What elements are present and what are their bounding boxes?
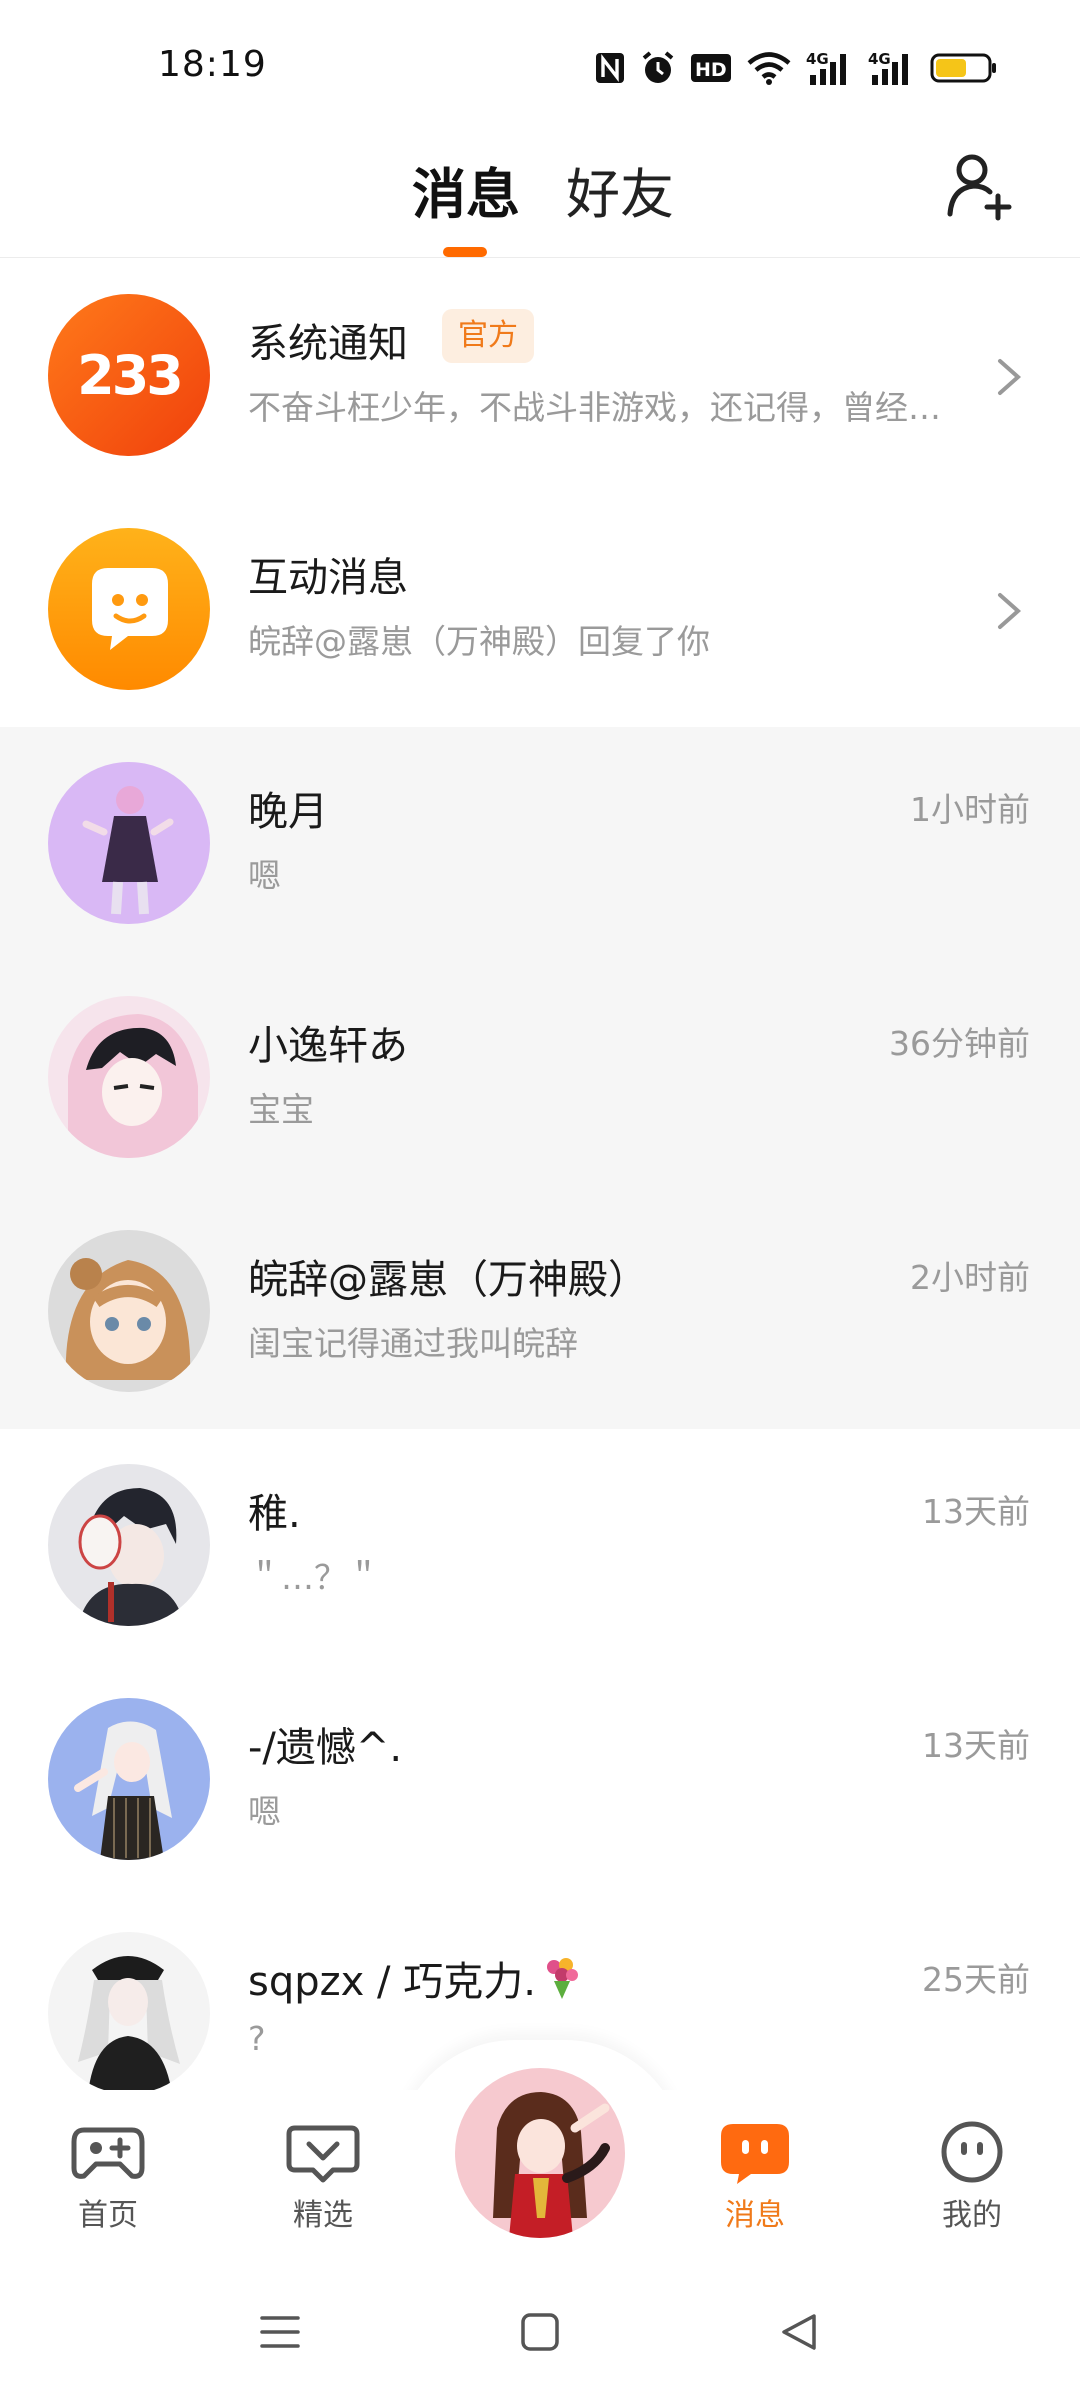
system-notice-avatar: 233 <box>48 294 210 456</box>
signal-4g-icon: 4G <box>868 50 908 85</box>
conversation-name: sqpzx / 巧克力. <box>248 1949 582 2007</box>
conversation-name: 稚. <box>248 1491 301 1537</box>
tab-indicator <box>443 247 487 257</box>
avatar <box>48 762 210 924</box>
status-icons: HD 4G 4G <box>594 48 998 88</box>
conversation-name: -/遗憾^. <box>248 1725 403 1771</box>
nav-label: 首页 <box>78 2198 138 2233</box>
svg-text:4G: 4G <box>868 50 891 68</box>
list-item-conversation[interactable]: 晚月 1小时前 嗯 <box>0 727 1080 961</box>
bouquet-icon <box>546 1958 578 1999</box>
conversation-time: 1小时前 <box>910 790 1030 829</box>
conversation-preview: 嗯 <box>248 856 281 895</box>
nav-featured[interactable]: 精选 <box>263 2120 383 2234</box>
conversation-name: 晚月 <box>248 789 328 835</box>
message-bubble-icon <box>721 2124 789 2184</box>
center-avatar-button[interactable] <box>455 2068 625 2238</box>
svg-text:4G: 4G <box>806 50 829 68</box>
conversation-time: 36分钟前 <box>889 1024 1030 1063</box>
conversation-preview: ＂…？＂ <box>248 1558 380 1597</box>
screen: 18:19 HD 4G 4G 消息 好友 233 系统通知 官方 不奋斗枉少年，… <box>0 0 1080 2400</box>
tab-messages[interactable]: 消息 <box>412 150 520 229</box>
avatar <box>48 1230 210 1392</box>
conversation-preview: 不奋斗枉少年，不战斗非游戏，还记得，曾经的你吗？ <box>248 388 960 427</box>
battery-icon <box>930 53 996 83</box>
smiley-icon <box>941 2121 1003 2183</box>
alarm-icon <box>642 51 674 83</box>
official-badge: 官方 <box>442 309 534 363</box>
conversation-preview: 嗯 <box>248 1792 281 1831</box>
tab-friends[interactable]: 好友 <box>566 150 674 229</box>
conversation-preview: 宝宝 <box>248 1090 314 1129</box>
nav-home[interactable]: 首页 <box>48 2120 168 2234</box>
list-item-conversation[interactable]: 小逸轩あ 36分钟前 宝宝 <box>0 961 1080 1195</box>
conversation-name: 互动消息 <box>248 555 408 601</box>
avatar <box>455 2068 625 2238</box>
interaction-messages-avatar <box>48 528 210 690</box>
svg-text:233: 233 <box>77 344 181 407</box>
list-item-conversation[interactable]: 稚. 13天前 ＂…？＂ <box>0 1429 1080 1663</box>
chevron-right-icon <box>998 359 1022 395</box>
nav-messages[interactable]: 消息 <box>695 2120 815 2234</box>
back-triangle-icon[interactable] <box>776 2310 820 2354</box>
avatar <box>48 1932 210 2094</box>
list-item-conversation[interactable]: -/遗憾^. 13天前 嗯 <box>0 1663 1080 1897</box>
gamepad-icon <box>71 2127 145 2179</box>
avatar <box>48 1464 210 1626</box>
status-time: 18:19 <box>158 44 267 85</box>
avatar <box>48 1698 210 1860</box>
heart-chat-icon <box>286 2125 360 2183</box>
conversation-name: 小逸轩あ <box>248 1023 408 1069</box>
home-square-icon[interactable] <box>518 2310 562 2354</box>
hd-icon: HD <box>691 54 731 82</box>
system-nav-bar <box>0 2265 1080 2400</box>
list-item-system-notice[interactable]: 233 系统通知 官方 不奋斗枉少年，不战斗非游戏，还记得，曾经的你吗？ <box>0 259 1080 493</box>
chevron-right-icon <box>998 593 1022 629</box>
signal-4g-icon: 4G <box>806 50 846 85</box>
menu-icon[interactable] <box>258 2310 302 2354</box>
conversation-preview: 闺宝记得通过我叫皖辞 <box>248 1324 578 1363</box>
list-item-conversation[interactable]: 皖辞@露崽（万神殿） 2小时前 闺宝记得通过我叫皖辞 <box>0 1195 1080 1429</box>
conversation-time: 25天前 <box>922 1960 1030 1999</box>
header: 消息 好友 <box>0 130 1080 258</box>
nfc-icon <box>596 53 624 83</box>
nav-label: 精选 <box>293 2198 353 2233</box>
conversation-time: 2小时前 <box>910 1258 1030 1297</box>
nav-mine[interactable]: 我的 <box>912 2120 1032 2234</box>
avatar <box>48 996 210 1158</box>
conversation-time: 13天前 <box>922 1492 1030 1531</box>
add-friend-icon[interactable] <box>944 150 1016 222</box>
nav-label: 消息 <box>725 2198 785 2233</box>
conversation-list: 233 系统通知 官方 不奋斗枉少年，不战斗非游戏，还记得，曾经的你吗？ <box>0 259 1080 2131</box>
conversation-time: 13天前 <box>922 1726 1030 1765</box>
conversation-name: 系统通知 <box>248 321 408 367</box>
status-bar: 18:19 HD 4G 4G <box>0 0 1080 130</box>
wifi-icon <box>747 52 791 85</box>
svg-text:HD: HD <box>695 59 727 81</box>
nav-label: 我的 <box>942 2198 1002 2233</box>
conversation-name: 皖辞@露崽（万神殿） <box>248 1257 648 1303</box>
conversation-preview: 皖辞@露崽（万神殿）回复了你 <box>248 622 710 661</box>
list-item-interaction-messages[interactable]: 互动消息 皖辞@露崽（万神殿）回复了你 <box>0 493 1080 727</box>
